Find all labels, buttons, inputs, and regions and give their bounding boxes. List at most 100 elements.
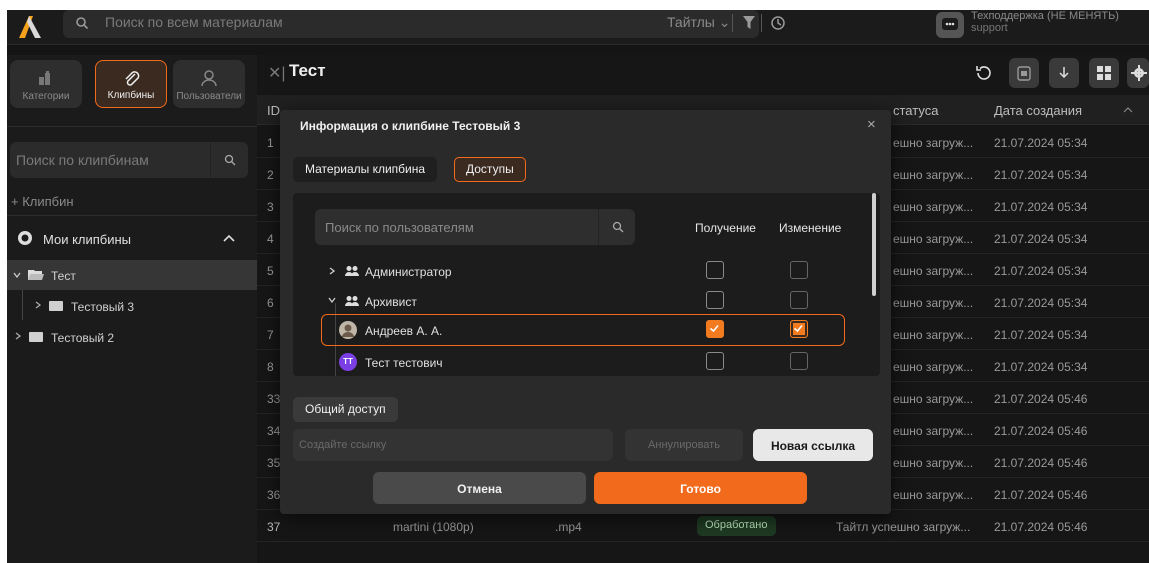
save-icon xyxy=(1017,66,1031,81)
user-group-admin[interactable]: Администратор xyxy=(329,254,849,288)
cell-status: ешно загруж... xyxy=(893,168,974,182)
cell-date: 21.07.2024 05:34 xyxy=(994,328,1088,342)
tab-clipbins[interactable]: Клипбины xyxy=(95,60,167,108)
tab-clipbin-materials[interactable]: Материалы клипбина xyxy=(293,157,438,182)
close-icon[interactable]: ✕| xyxy=(268,63,286,83)
cell-date: 21.07.2024 05:34 xyxy=(994,360,1088,374)
app-logo[interactable] xyxy=(15,14,45,40)
cell-status: ешно загруж... xyxy=(893,360,974,374)
user-group-label: Администратор xyxy=(365,265,452,279)
gear-icon xyxy=(1131,65,1147,81)
clipbin-search-button[interactable] xyxy=(210,142,248,178)
global-search-bar[interactable]: Поиск по всем материалам Тайтлы ⌄ xyxy=(63,10,785,38)
table-row[interactable]: 37 martini (1080p) .mp4 Обработано Тайтл… xyxy=(257,510,1149,542)
tree-item-test[interactable]: Тест xyxy=(7,260,257,290)
user-search-input[interactable]: Поиск по пользователям xyxy=(315,209,635,245)
page-title: Тест xyxy=(289,61,326,80)
receive-checkbox[interactable] xyxy=(706,291,724,309)
search-icon xyxy=(76,17,89,30)
cell-date: 21.07.2024 05:34 xyxy=(994,296,1088,310)
close-icon[interactable]: × xyxy=(867,116,876,133)
tab-users[interactable]: Пользователи xyxy=(173,60,245,108)
status-badge: Обработано xyxy=(697,516,776,536)
save-clipbin-button[interactable] xyxy=(1009,58,1039,88)
history-icon[interactable] xyxy=(770,15,786,31)
change-checkbox[interactable] xyxy=(790,261,808,279)
my-clipbins-header[interactable]: Мои клипбины xyxy=(7,220,257,258)
receive-checkbox[interactable] xyxy=(706,261,724,279)
cell-id: 1 xyxy=(267,136,274,150)
column-id[interactable]: ID xyxy=(267,103,280,118)
column-created[interactable]: Дата создания xyxy=(994,103,1082,118)
cell-status: ешно загруж... xyxy=(893,232,974,246)
chevron-right-icon[interactable] xyxy=(35,301,41,309)
chevron-right-icon[interactable] xyxy=(329,267,335,275)
grid-view-button[interactable] xyxy=(1089,58,1119,88)
chevron-right-icon[interactable] xyxy=(15,332,21,340)
app-window: Поиск по всем материалам Тайтлы ⌄ Техпод… xyxy=(7,10,1149,563)
cell-name: martini (1080p) xyxy=(393,520,474,534)
column-status[interactable]: статуса xyxy=(893,103,938,118)
check-icon xyxy=(709,324,719,333)
change-checkbox-checked[interactable] xyxy=(790,320,808,338)
chevron-down-icon[interactable] xyxy=(13,272,21,278)
access-panel: Поиск по пользователям Получение Изменен… xyxy=(293,193,880,376)
clipbin-search-input[interactable]: Поиск по клипбинам xyxy=(10,142,248,178)
cell-id: 3 xyxy=(267,200,274,214)
cell-date: 21.07.2024 05:46 xyxy=(994,456,1088,470)
refresh-button[interactable] xyxy=(969,58,999,88)
grid-icon xyxy=(1097,66,1111,80)
column-change: Изменение xyxy=(779,221,842,235)
add-clipbin-button[interactable]: + Клипбин xyxy=(11,194,74,209)
receive-checkbox[interactable] xyxy=(706,352,724,370)
my-clipbins-label: Мои клипбины xyxy=(43,232,132,247)
tab-label: Клипбины xyxy=(107,90,155,101)
chevron-down-icon[interactable] xyxy=(328,297,336,303)
sort-chevron-icon[interactable] xyxy=(1123,107,1133,113)
avatar-initials: TT xyxy=(339,353,357,371)
download-button[interactable] xyxy=(1049,58,1079,88)
folder-icon xyxy=(49,301,63,311)
done-button[interactable]: Готово xyxy=(594,472,807,504)
column-receive: Получение xyxy=(695,221,756,235)
tree-item-test3[interactable]: Тестовый 3 xyxy=(7,291,257,321)
tab-access[interactable]: Доступы xyxy=(454,157,526,182)
cancel-button[interactable]: Отмена xyxy=(373,472,586,504)
user-name[interactable]: Техподдержка (НЕ МЕНЯТЬ) xyxy=(971,10,1119,22)
user-test[interactable]: TT Тест тестович xyxy=(329,345,849,376)
divider xyxy=(761,14,762,32)
tab-categories[interactable]: Категории xyxy=(10,60,82,108)
scrollbar[interactable] xyxy=(872,193,876,296)
receive-checkbox-checked[interactable] xyxy=(706,320,724,338)
cell-id: 5 xyxy=(267,264,274,278)
cell-status: ешно загруж... xyxy=(893,328,974,342)
support-avatar[interactable] xyxy=(936,12,964,38)
filter-icon[interactable] xyxy=(743,16,755,30)
folder-icon xyxy=(29,332,43,342)
cell-date: 21.07.2024 05:46 xyxy=(994,488,1088,502)
user-andreev[interactable]: Андреев А. А. xyxy=(329,313,849,347)
chevron-up-icon[interactable] xyxy=(223,234,235,242)
cell-status: ешно загруж... xyxy=(893,488,974,502)
global-search-placeholder: Поиск по всем материалам xyxy=(105,14,283,30)
cell-date: 21.07.2024 05:34 xyxy=(994,168,1088,182)
type-filter-dropdown[interactable]: Тайтлы ⌄ xyxy=(667,14,731,31)
cell-date: 21.07.2024 05:46 xyxy=(994,424,1088,438)
change-checkbox[interactable] xyxy=(790,352,808,370)
tree-guide-line xyxy=(22,290,23,320)
new-link-button[interactable]: Новая ссылка xyxy=(753,429,873,461)
link-input[interactable]: Создайте ссылку xyxy=(293,429,613,461)
settings-button[interactable] xyxy=(1127,58,1149,88)
revoke-button[interactable]: Аннулировать xyxy=(625,429,743,461)
user-search-button[interactable] xyxy=(598,209,635,245)
clipbin-search-placeholder: Поиск по клипбинам xyxy=(16,152,149,168)
divider xyxy=(7,215,257,216)
cell-date: 21.07.2024 05:46 xyxy=(994,392,1088,406)
divider xyxy=(732,14,733,32)
folder-open-icon xyxy=(28,270,44,280)
left-panel: Категории Клипбины Пользователи Поиск по… xyxy=(7,55,257,563)
cell-status: ешно загруж... xyxy=(893,296,974,310)
public-access-button[interactable]: Общий доступ xyxy=(293,397,398,422)
change-checkbox[interactable] xyxy=(790,291,808,309)
tree-item-test2[interactable]: Тестовый 2 xyxy=(7,322,257,352)
